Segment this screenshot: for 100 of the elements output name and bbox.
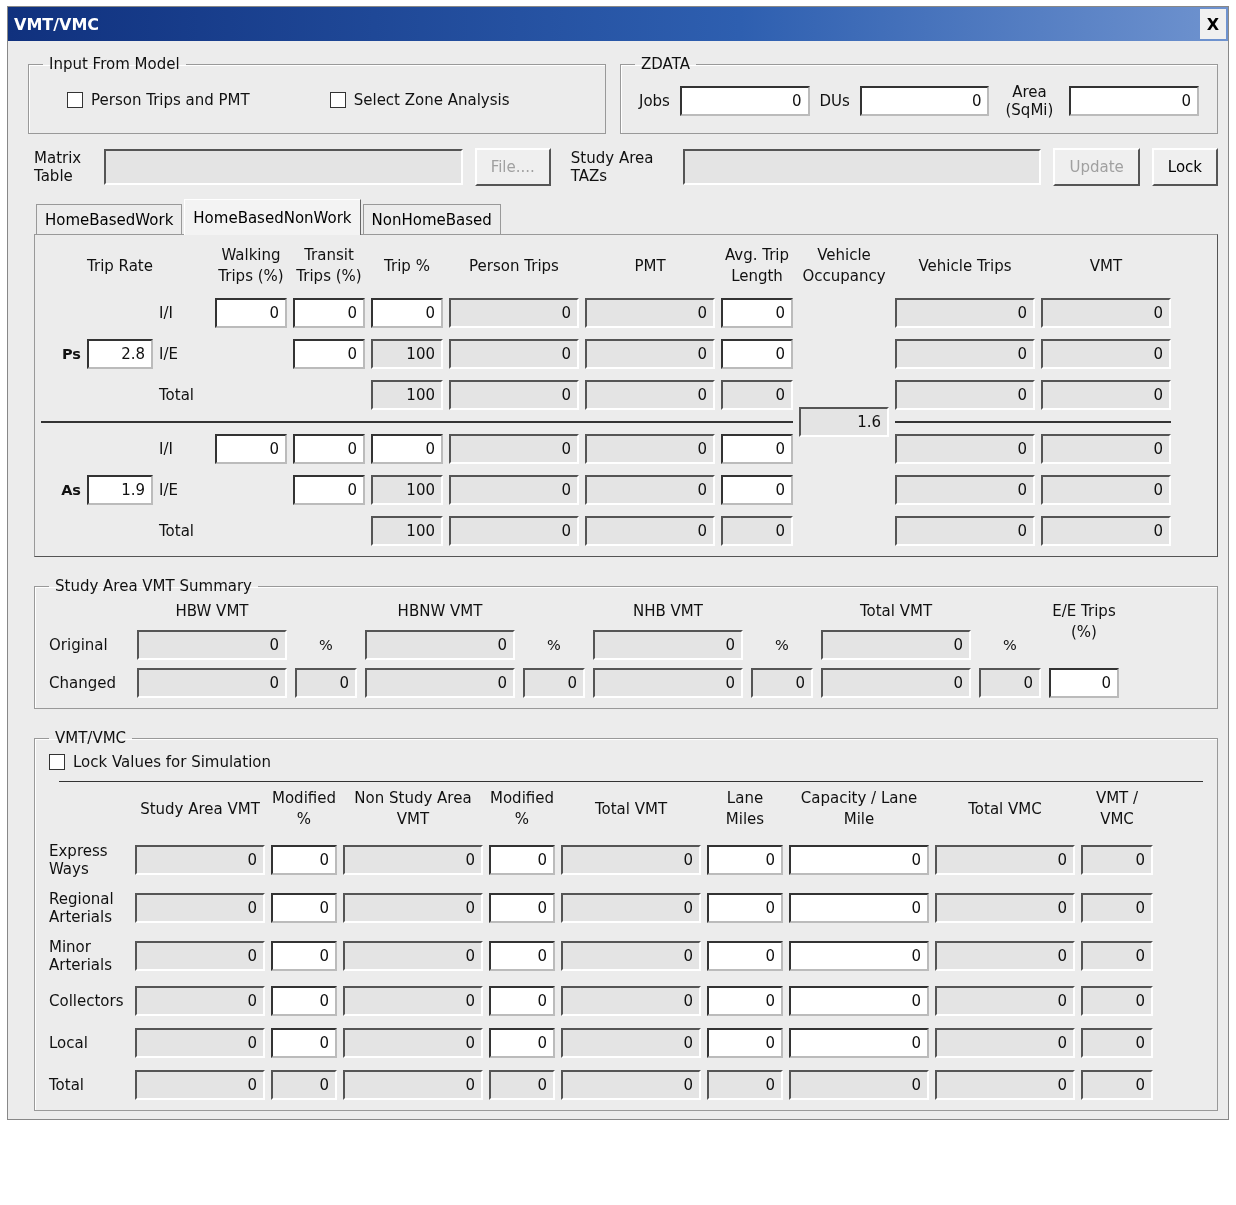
input-field[interactable]: 0: [489, 845, 555, 875]
readonly-field: 0: [935, 893, 1075, 923]
readonly-field: 0: [1081, 893, 1153, 923]
readonly-field: 0: [135, 1070, 265, 1100]
field-label: Matrix Table: [34, 149, 83, 185]
input-field[interactable]: 0: [789, 893, 929, 923]
readonly-field: 0: [821, 668, 971, 698]
input-field[interactable]: 0: [371, 434, 443, 464]
readonly-field: 0: [585, 298, 715, 328]
readonly-field: 100: [371, 380, 443, 410]
push-button[interactable]: Lock: [1151, 148, 1218, 186]
readonly-field: 0: [821, 630, 971, 660]
input-field[interactable]: 0: [293, 339, 365, 369]
readonly-field: 0: [271, 1070, 337, 1100]
checkbox[interactable]: Person Trips and PMT: [67, 91, 250, 109]
input-field[interactable]: 0: [859, 86, 990, 116]
percent-sign: %: [318, 637, 334, 653]
checkbox[interactable]: Lock Values for Simulation: [49, 753, 1203, 771]
percent-sign: %: [774, 637, 790, 653]
input-field[interactable]: 0: [789, 1028, 929, 1058]
row-label: I/E: [159, 345, 179, 363]
readonly-field: 0: [935, 1070, 1075, 1100]
readonly-field: 0: [585, 434, 715, 464]
input-field[interactable]: 0: [721, 339, 793, 369]
input-field[interactable]: 0: [1049, 668, 1119, 698]
readonly-field: 0: [895, 516, 1035, 546]
input-field[interactable]: 0: [721, 298, 793, 328]
column-header: E/E Trips (%): [1051, 601, 1117, 643]
readonly-field: 0: [343, 1028, 483, 1058]
input-field[interactable]: 1.9: [87, 475, 153, 505]
row-label: I/E: [159, 481, 179, 499]
input-field[interactable]: 0: [271, 941, 337, 971]
readonly-field: 0: [135, 845, 265, 875]
input-field[interactable]: 0: [489, 1028, 555, 1058]
input-field[interactable]: 0: [293, 298, 365, 328]
input-field[interactable]: 0: [271, 893, 337, 923]
input-field[interactable]: 0: [489, 893, 555, 923]
input-field[interactable]: 0: [721, 434, 793, 464]
input-field[interactable]: 0: [707, 941, 783, 971]
readonly-field: 0: [585, 339, 715, 369]
readonly-field: 0: [593, 630, 743, 660]
input-field[interactable]: 0: [271, 986, 337, 1016]
close-button[interactable]: X: [1200, 9, 1226, 39]
window-title: VMT/VMC: [14, 14, 100, 34]
input-field[interactable]: 0: [489, 986, 555, 1016]
column-header: Person Trips: [468, 255, 560, 277]
readonly-field: 0: [751, 668, 813, 698]
readonly-field: 0: [1041, 516, 1171, 546]
readonly-field: 0: [561, 845, 701, 875]
input-field[interactable]: 0: [293, 475, 365, 505]
readonly-field: 100: [371, 475, 443, 505]
input-field[interactable]: 0: [489, 941, 555, 971]
input-field[interactable]: 0: [707, 845, 783, 875]
input-field[interactable]: 0: [1069, 86, 1199, 116]
readonly-field: 0: [365, 668, 515, 698]
tab[interactable]: NonHomeBased: [362, 204, 501, 234]
input-field[interactable]: 0: [371, 298, 443, 328]
readonly-field: 0: [561, 986, 701, 1016]
column-header: Walking Trips (%): [217, 245, 285, 287]
input-field[interactable]: 0: [721, 475, 793, 505]
row-label: I/I: [159, 304, 174, 322]
input-field[interactable]: 0: [789, 986, 929, 1016]
readonly-field: 0: [343, 893, 483, 923]
tab[interactable]: HomeBasedNonWork: [184, 199, 361, 235]
readonly-field: 0: [1041, 339, 1171, 369]
column-header: NHB VMT: [632, 601, 704, 622]
input-field[interactable]: 2.8: [87, 339, 153, 369]
input-field[interactable]: 0: [707, 893, 783, 923]
readonly-field: 0: [1041, 434, 1171, 464]
input-field[interactable]: 0: [271, 1028, 337, 1058]
column-header: VMT / VMC: [1094, 788, 1140, 830]
group-label: As: [60, 482, 81, 498]
input-field[interactable]: 0: [215, 434, 287, 464]
column-header: Total VMC: [967, 798, 1043, 820]
readonly-field: 0: [707, 1070, 783, 1100]
input-field[interactable]: 0: [707, 1028, 783, 1058]
readonly-field: 0: [343, 1070, 483, 1100]
checkbox[interactable]: Select Zone Analysis: [329, 91, 510, 109]
input-field[interactable]: 0: [789, 845, 929, 875]
column-header: Vehicle Occupancy: [801, 245, 887, 287]
input-field[interactable]: 0: [271, 845, 337, 875]
readonly-field: 0: [935, 845, 1075, 875]
group-label: Ps: [61, 346, 81, 362]
row-label: Minor Arterials: [49, 938, 114, 974]
readonly-field: 1.6: [799, 407, 889, 437]
input-field[interactable]: 0: [707, 986, 783, 1016]
readonly-field: 0: [343, 845, 483, 875]
column-header: Vehicle Trips: [917, 255, 1013, 277]
tab[interactable]: HomeBasedWork: [36, 204, 183, 234]
input-field[interactable]: 0: [679, 86, 810, 116]
readonly-field: 0: [1081, 986, 1153, 1016]
input-field[interactable]: 0: [293, 434, 365, 464]
readonly-field: 100: [371, 516, 443, 546]
percent-sign: %: [546, 637, 562, 653]
readonly-field: 0: [1081, 1028, 1153, 1058]
readonly-field: 0: [895, 339, 1035, 369]
readonly-field: 0: [721, 516, 793, 546]
field-label: Jobs: [639, 92, 670, 110]
input-field[interactable]: 0: [215, 298, 287, 328]
input-field[interactable]: 0: [789, 941, 929, 971]
